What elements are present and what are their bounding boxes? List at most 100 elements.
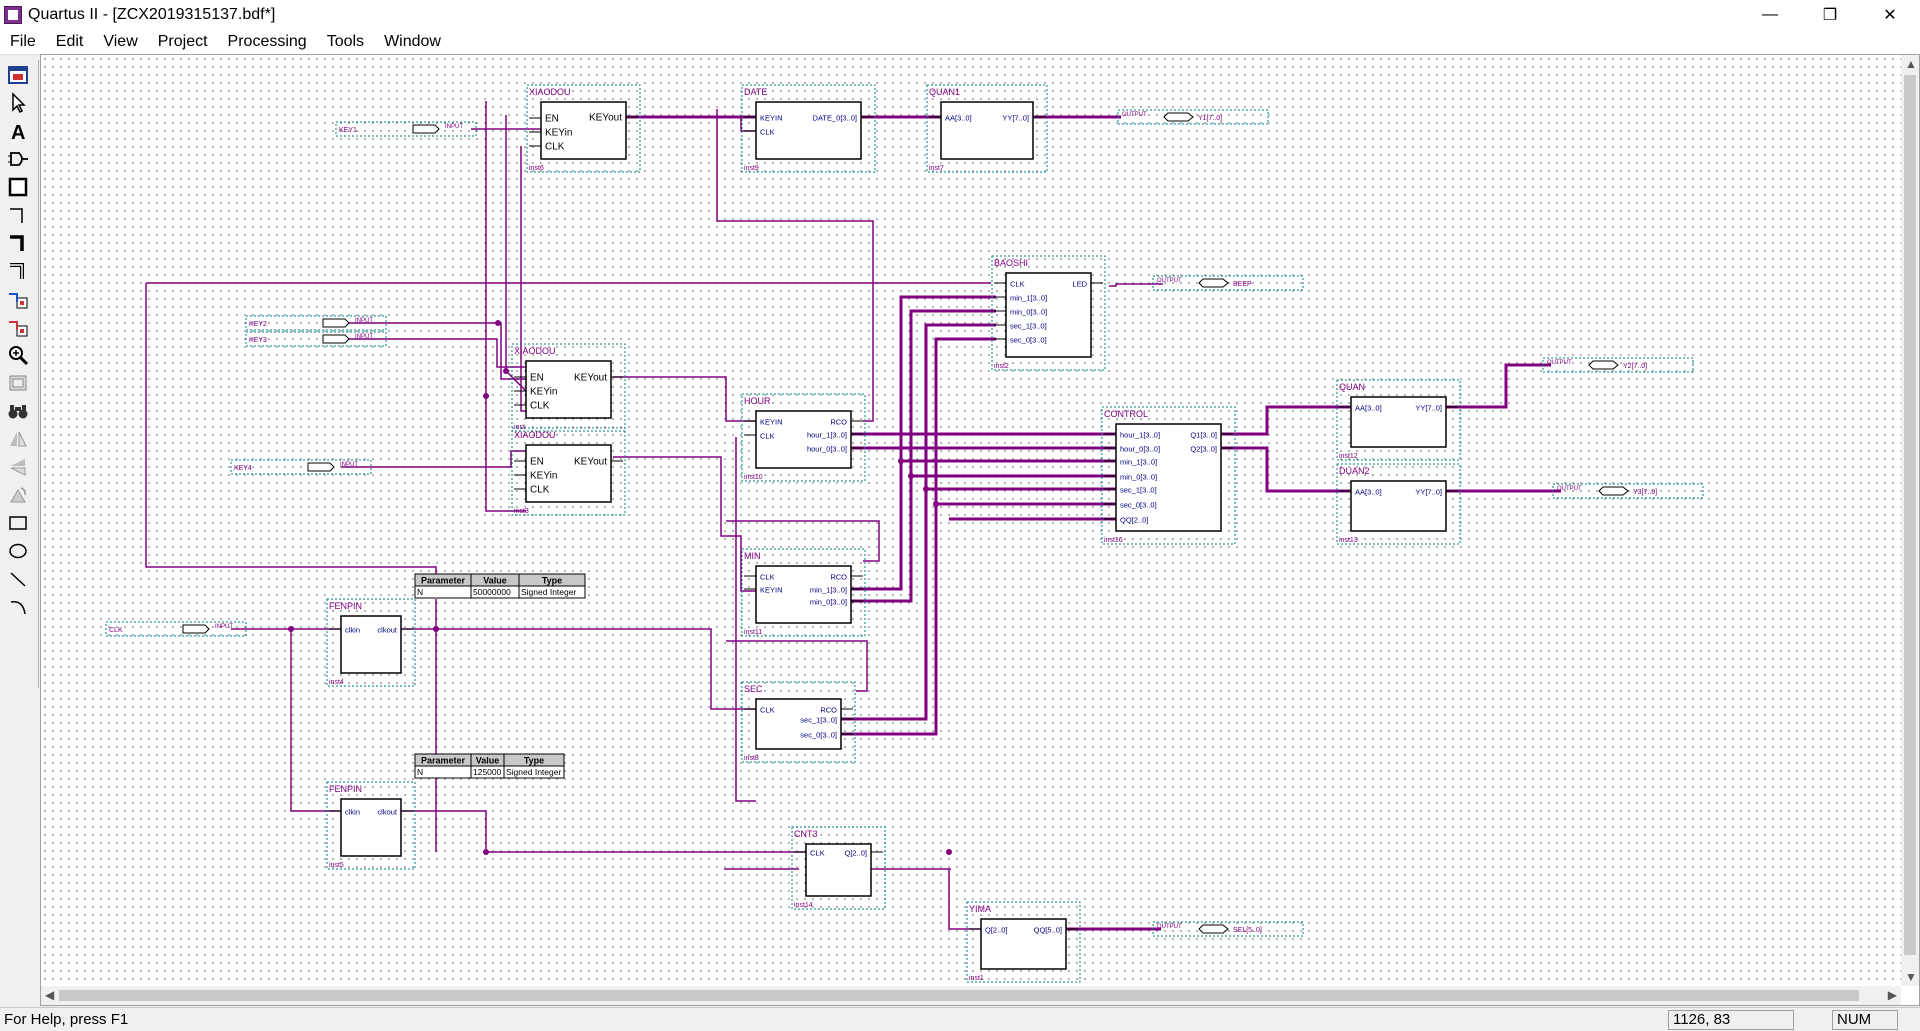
schematic-block-quan[interactable]: QUAN inst12 AA[3..0] YY[7..0] [1336, 379, 1461, 461]
port-label-right: Q1[3..0] [1190, 431, 1217, 440]
schematic-block-sec[interactable]: SEC inst8 CLK RCOsec_1[3..0] sec_0[3..0] [741, 681, 856, 763]
block-name-label: XIAODOU [529, 87, 571, 97]
schematic-block-yima[interactable]: YIMA inst1 Q[2..0] QQ[5..0] [966, 901, 1081, 983]
line-tool-button[interactable] [4, 566, 32, 592]
arc-tool-button[interactable] [4, 594, 32, 620]
status-help-text: For Help, press F1 [4, 1011, 129, 1028]
find-button[interactable] [4, 398, 32, 424]
scroll-down-icon[interactable]: ▼ [1905, 970, 1917, 984]
text-tool-button[interactable]: A [4, 118, 32, 144]
rubberbanding-button[interactable] [4, 286, 32, 312]
schematic-block-duan2[interactable]: DUAN2 inst13 AA[3..0] YY[7..0] [1336, 463, 1461, 545]
schematic-block-xiaodou3[interactable]: XIAODOU inst3 EN KEYin CLK KEYout [511, 427, 626, 516]
rectangle-tool-button[interactable] [4, 510, 32, 536]
partial-line-selection-button[interactable] [4, 314, 32, 340]
block-name-label: MIN [744, 551, 761, 561]
schematic-block-fdiv2[interactable]: FENPIN inst5 clkin clkout [326, 781, 416, 870]
schematic-block-min[interactable]: MIN inst11 CLK KEYIN RCO min_1[3..0] min_0[3..… [741, 548, 866, 637]
scroll-up-icon[interactable]: ▲ [1905, 57, 1917, 71]
port-label-right: RCO [830, 573, 847, 582]
horizontal-scroll-thumb[interactable] [59, 990, 1859, 1001]
full-screen-button[interactable] [4, 370, 32, 396]
port-label-right: sec_0[3..0] [800, 731, 837, 740]
orthogonal-conduit-tool-button[interactable] [4, 258, 32, 284]
pin-key2[interactable]: KEY2 INPUT [245, 315, 387, 331]
block-name-label: QUAN [1339, 382, 1365, 392]
pin-y1-7-0-[interactable]: OUTPUT Y1[7..0] [1117, 109, 1269, 125]
schematic-block-baoshi[interactable]: BAOSHI inst2 CLK min_1[3..0] min_0[3..0] sec_… [991, 255, 1106, 371]
pin-clk[interactable]: CLK INPUT [105, 621, 247, 637]
schematic-block-quan1[interactable]: QUAN1 inst7 AA[3..0] YY[7..0] [926, 84, 1048, 173]
block-instance-label: inst2 [994, 363, 1009, 370]
symbol-tool-button[interactable] [4, 146, 32, 172]
selection-tool-button[interactable] [4, 90, 32, 116]
rotate-button[interactable] [4, 482, 32, 508]
pin-key1[interactable]: KEY1 INPUT [335, 121, 477, 137]
orthogonal-node-tool-button[interactable] [4, 202, 32, 228]
scroll-right-icon[interactable]: ▶ [1888, 988, 1897, 1002]
schematic-block-fdiv50m[interactable]: FENPIN inst4 clkin clkout [326, 598, 416, 687]
port-label-left: CLK [1010, 280, 1025, 289]
vertical-scrollbar[interactable]: ▲ ▼ [1901, 55, 1919, 986]
pin-key4[interactable]: KEY4 INPUT [230, 459, 372, 475]
vertical-scroll-thumb[interactable] [1904, 75, 1916, 955]
pin-y2-7-0-[interactable]: OUTPUT Y2[7..0] [1542, 357, 1694, 373]
port-label-right: YY[7..0] [1415, 404, 1442, 413]
block-body[interactable] [940, 101, 1034, 160]
pin-beep[interactable]: OUTPUT BEEP [1152, 275, 1304, 291]
zoom-tool-button[interactable] [4, 342, 32, 368]
menu-view[interactable]: View [93, 33, 147, 51]
menu-edit[interactable]: Edit [46, 33, 94, 51]
pin-name: KEY4 [234, 465, 252, 472]
pin-key3[interactable]: KEY3 INPUT [245, 331, 387, 347]
schematic-block-control[interactable]: CONTROL inst16 hour_1[3..0] hour_0[3..0]min… [1101, 406, 1236, 545]
parameter-table-header: Type [542, 576, 562, 586]
scroll-left-icon[interactable]: ◀ [45, 988, 54, 1002]
block-name-label: XIAODOU [514, 430, 556, 440]
port-label-left: EN [545, 114, 559, 125]
menu-file[interactable]: File [0, 33, 46, 51]
flip-vertical-button[interactable] [4, 454, 32, 480]
pin-sel-5-0-[interactable]: OUTPUT SEL[5..0] [1152, 921, 1304, 937]
parameter-table-header: Type [524, 756, 544, 766]
pin-y3-7-0-[interactable]: OUTPUT Y3[7..0] [1552, 483, 1704, 499]
schematic-block-xiaodou2[interactable]: XIAODOUinstENKEYinCLKKEYout [511, 343, 626, 432]
parameter-table-value: 50000000 [473, 587, 511, 597]
title-bar: Quartus II - [ZCX2019315137.bdf*] — ❐ ✕ [0, 0, 1920, 30]
parameter-table-header: Parameter [421, 576, 466, 586]
pin-kind: OUTPUT [1547, 360, 1572, 366]
minimize-button[interactable]: — [1740, 0, 1800, 30]
pin-kind: INPUT [340, 462, 358, 468]
block-name-label: SEC [744, 684, 763, 694]
block-name-label: YIMA [969, 904, 991, 914]
parameter-table-value: Signed Integer [521, 587, 576, 597]
schematic-block-hour[interactable]: HOUR inst10 KEYIN CLK RCO hour_1[3..0] hour_0[… [741, 393, 866, 482]
schematic-block-date[interactable]: DATE inst9 KEYIN CLK DATE_0[3..0] [741, 84, 876, 173]
menu-window[interactable]: Window [374, 33, 451, 51]
orthogonal-bus-tool-button[interactable] [4, 230, 32, 256]
menu-project[interactable]: Project [148, 33, 218, 51]
pin-kind: INPUT [215, 624, 233, 630]
flip-horizontal-button[interactable] [4, 426, 32, 452]
parameter-table-value: N [417, 587, 423, 597]
output-pin-icon [1198, 278, 1229, 288]
port-label-right: DATE_0[3..0] [813, 114, 857, 123]
menu-tools[interactable]: Tools [317, 33, 374, 51]
oval-tool-button[interactable] [4, 538, 32, 564]
restore-button[interactable]: ❐ [1800, 0, 1860, 30]
schematic-block-cnt3[interactable]: CNT3 inst14 CLK Q[2..0] [791, 826, 886, 910]
port-label-right: min_1[3..0] [810, 586, 847, 595]
block-editor-toolbar: A [0, 60, 39, 688]
block-tool-button[interactable] [4, 174, 32, 200]
blocks-layer[interactable]: XIAODOU inst6 EN KEYin CLK KEYout DATE inst9 KEY… [326, 84, 1461, 983]
schematic-block-xiaodou1[interactable]: XIAODOU inst6 EN KEYin CLK KEYout [526, 84, 641, 173]
port-label-left: AA[3..0] [1355, 488, 1382, 497]
port-label-right: KEYout [574, 457, 607, 468]
schematic-canvas[interactable]: XIAODOU inst6 EN KEYin CLK KEYout DATE inst9 KEY… [41, 55, 1901, 986]
floating-window-button[interactable] [4, 62, 32, 88]
horizontal-scrollbar[interactable]: ◀ ▶ [41, 986, 1901, 1005]
schematic-svg[interactable]: XIAODOU inst6 EN KEYin CLK KEYout DATE inst9 KEY… [41, 55, 1901, 986]
menu-processing[interactable]: Processing [218, 33, 317, 51]
close-button[interactable]: ✕ [1860, 0, 1920, 30]
output-pin-icon [1598, 486, 1629, 496]
